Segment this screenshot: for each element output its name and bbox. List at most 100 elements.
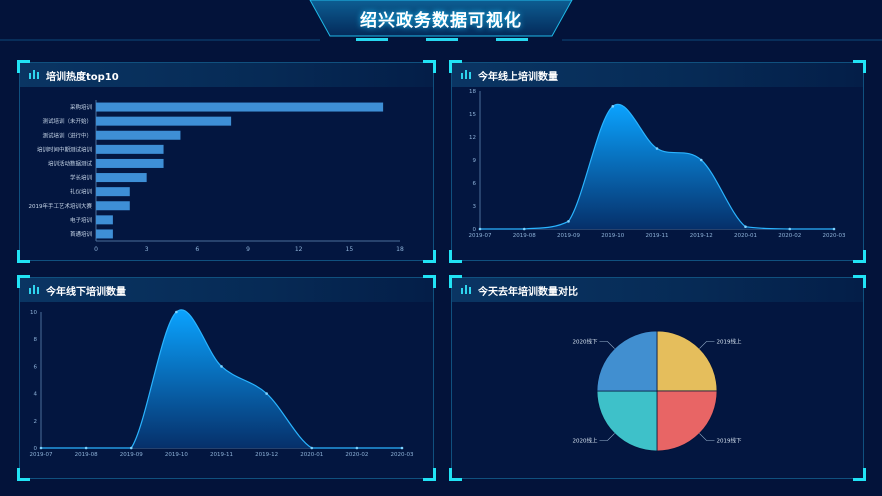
bar [96, 102, 384, 112]
y-tick-label: 首通培训 [70, 230, 93, 238]
bar [96, 144, 164, 154]
y-tick-label: 学长培训 [70, 174, 93, 182]
y-tick-label: 测试培训（未开始） [42, 117, 92, 125]
x-tick-label: 12 [295, 246, 303, 253]
x-tick-label: 2019-08 [513, 233, 536, 239]
x-tick-label: 15 [346, 246, 354, 253]
data-point [39, 446, 43, 450]
x-tick-label: 6 [195, 246, 199, 253]
y-tick-label: 10 [30, 310, 37, 316]
pie-chart: 2019线上 2019线下 2020线上 2020线下 [573, 330, 742, 452]
y-tick-label: 采购培训 [70, 103, 93, 111]
x-tick-label: 2019-12 [690, 233, 713, 239]
y-tick-label: 电子培训 [70, 216, 93, 224]
bar [96, 215, 113, 225]
x-tick-label: 2020-02 [345, 452, 368, 458]
pie-slice [656, 390, 718, 452]
y-tick-label: 15 [469, 112, 476, 118]
panel-online-training: 今年线上培训数量 2019-07 2019-08 2019-09 2019-10 201… [449, 60, 866, 263]
area-chart-online: 2019-07 2019-08 2019-09 2019-10 2019-11 2019-… [469, 89, 846, 239]
data-point [84, 446, 88, 450]
data-point [832, 227, 836, 231]
header: 绍兴政务数据可视化 [0, 0, 882, 44]
bar [96, 173, 147, 183]
y-tick-label: 0 [34, 446, 38, 452]
x-tick-label: 2020-03 [391, 452, 414, 458]
pie-label-line [599, 433, 615, 441]
data-point [175, 310, 178, 314]
data-point [129, 446, 133, 450]
data-point [310, 446, 314, 450]
y-tick-label: 12 [469, 135, 476, 141]
y-tick-label: 4 [34, 392, 38, 398]
bar [96, 187, 130, 197]
pie-label: 2019线上 [716, 338, 741, 346]
x-tick-label: 2020-01 [734, 233, 757, 239]
x-tick-label: 2019-10 [601, 233, 624, 239]
pie-slice [596, 330, 658, 392]
x-tick-label: 2019-09 [557, 233, 580, 239]
bar [96, 158, 164, 168]
x-tick-label: 2019-09 [120, 452, 143, 458]
pie-label-line [699, 341, 715, 349]
data-point [788, 227, 792, 231]
y-tick-label: 6 [34, 364, 38, 370]
bar [96, 229, 113, 239]
y-tick-label: 培训时间中期测试培训 [37, 145, 93, 153]
data-point [744, 225, 747, 228]
y-tick-label: 0 [473, 227, 477, 233]
pie-label-line [599, 341, 615, 349]
y-tick-label: 9 [473, 158, 477, 164]
x-tick-label: 2019-08 [75, 452, 98, 458]
y-tick-label: 2019年手工艺术培训大赛 [29, 202, 93, 210]
data-point [265, 392, 268, 395]
x-tick-label: 0 [94, 246, 98, 253]
data-point [355, 446, 359, 450]
pie-label: 2019线下 [716, 436, 741, 444]
x-tick-label: 2019-10 [165, 452, 188, 458]
x-tick-label: 2020-03 [823, 233, 846, 239]
bar-chart: 采购培训测试培训（未开始） 测试培训（进行中） 培训时间中期测试培训培训活动数据测试… [29, 100, 404, 253]
area-chart-offline: 2019-07 2019-08 2019-09 2019-10 2019-11 2019-… [30, 309, 414, 458]
bar [96, 201, 130, 211]
bar [96, 130, 181, 140]
data-point [478, 227, 482, 231]
data-point [567, 220, 570, 223]
y-tick-label: 测试培训（进行中） [42, 131, 92, 139]
series-area [480, 104, 834, 229]
x-tick-label: 9 [246, 246, 250, 253]
data-point [400, 446, 404, 450]
x-tick-label: 2019-07 [30, 452, 53, 458]
panel-training-top10: 培训热度top10 采购培训 测试培训（未开始） 测试培训（进行中） 培训时间中期测试… [17, 60, 436, 263]
x-tick-label: 2019-11 [210, 452, 233, 458]
data-point [522, 227, 526, 231]
x-tick-label: 18 [396, 246, 404, 253]
x-tick-label: 3 [145, 246, 149, 253]
pie-label: 2020线上 [573, 436, 598, 444]
y-tick-label: 18 [469, 89, 476, 95]
y-tick-label: 8 [34, 337, 38, 343]
data-point [699, 158, 703, 162]
data-point [611, 105, 615, 108]
x-tick-label: 2020-01 [300, 452, 323, 458]
y-tick-label: 6 [473, 181, 477, 187]
pie-label-line [699, 433, 715, 441]
bar [96, 116, 232, 126]
pie-slice [596, 390, 658, 452]
x-tick-label: 2020-02 [778, 233, 801, 239]
panel-offline-training: 今年线下培训数量 2019-07 2019-08 2019-09 2019-10 201… [17, 275, 436, 481]
y-tick-label: 3 [473, 204, 477, 210]
x-tick-label: 2019-07 [469, 233, 492, 239]
page-title: 绍兴政务数据可视化 [360, 11, 522, 31]
x-tick-label: 2019-11 [646, 233, 669, 239]
x-tick-label: 2019-12 [255, 452, 278, 458]
y-tick-label: 培训活动数据测试 [48, 159, 93, 167]
panel-year-comparison: 今天去年培训数量对比 2019线上 2019线下 2020线上 2020线下 [449, 275, 866, 481]
series-area [41, 309, 402, 448]
y-tick-label: 2 [34, 419, 38, 425]
y-tick-label: 礼仪培训 [70, 188, 93, 196]
pie-label: 2020线下 [573, 338, 598, 346]
data-point [655, 147, 659, 150]
pie-slice [656, 330, 718, 392]
data-point [220, 365, 223, 368]
